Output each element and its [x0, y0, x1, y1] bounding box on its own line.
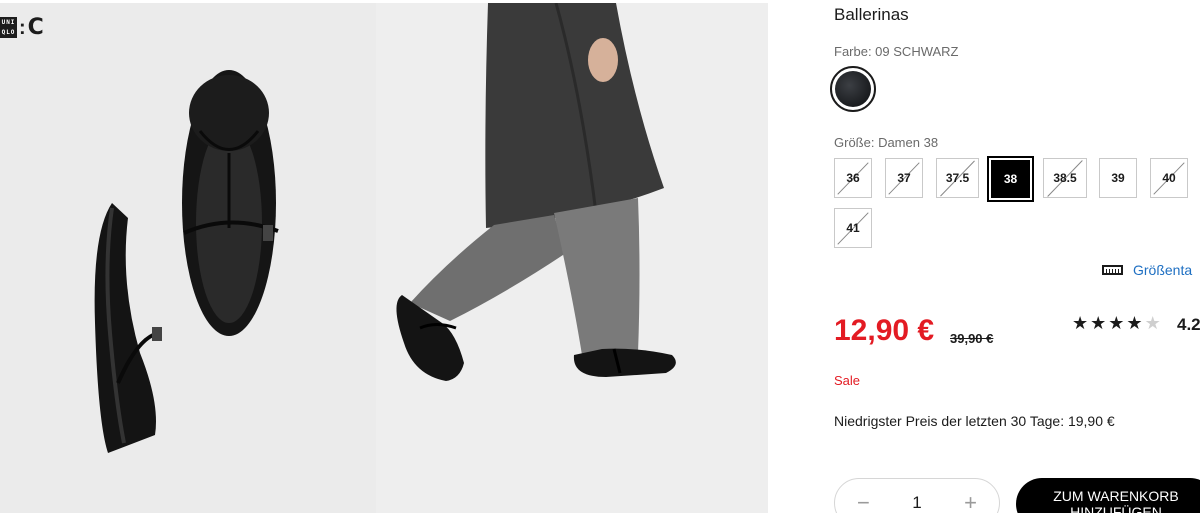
size-button-40[interactable]: 40 — [1150, 158, 1188, 198]
product-title: Ballerinas — [834, 5, 909, 24]
lowest-price-note: Niedrigster Preis der letzten 30 Tage: 1… — [834, 413, 1115, 429]
logo-suffix: C — [27, 14, 44, 40]
star-icon: ★ — [1108, 313, 1127, 333]
model-wearing-shoes-illustration — [396, 3, 676, 381]
original-price: 39,90 € — [950, 331, 994, 346]
product-page: UNI QLO : C Ballerinas Farbe: 09 SCHWARZ… — [0, 0, 1200, 513]
size-text: 39 — [1111, 171, 1125, 185]
color-label: Farbe: 09 SCHWARZ — [834, 44, 959, 59]
size-button-39[interactable]: 39 — [1099, 158, 1137, 198]
star-empty-icon: ★ — [1144, 313, 1163, 333]
size-button-38-5[interactable]: 38.5 — [1043, 158, 1087, 198]
size-button-38[interactable]: 38 — [987, 156, 1034, 202]
ruler-icon — [1102, 265, 1123, 275]
ballerina-shoes-illustration — [94, 70, 279, 453]
sale-price: 12,90 € — [834, 314, 935, 347]
size-text: 36 — [846, 171, 860, 185]
product-image-model[interactable] — [376, 3, 768, 513]
size-text: 38 — [1003, 172, 1018, 186]
uniqlo-c-logo[interactable]: UNI QLO : C — [0, 14, 44, 40]
size-text: 40 — [1162, 171, 1176, 185]
logo-colon: : — [19, 16, 26, 39]
size-text: 37.5 — [945, 171, 970, 185]
size-text: 41 — [846, 221, 860, 235]
star-icon: ★ — [1126, 313, 1145, 333]
plus-icon[interactable]: + — [964, 492, 977, 513]
color-swatch-black[interactable] — [830, 66, 876, 112]
sale-badge: Sale — [834, 373, 861, 388]
rating-stars[interactable]: ★★★★★ — [1072, 313, 1163, 334]
size-guide-label: Größenta — [1133, 262, 1193, 278]
minus-icon[interactable]: − — [857, 492, 870, 513]
size-button-37-5[interactable]: 37.5 — [936, 158, 979, 198]
product-image-flatlay[interactable]: UNI QLO : C — [0, 3, 376, 513]
size-button-41[interactable]: 41 — [834, 208, 872, 248]
size-guide-link[interactable]: Größenta — [1102, 262, 1192, 278]
quantity-value[interactable]: 1 — [912, 493, 921, 513]
quantity-stepper[interactable]: − 1 + — [834, 478, 1000, 513]
rating-value: 4.2 — [1177, 315, 1200, 334]
size-text: 37 — [897, 171, 911, 185]
logo-box: UNI QLO — [0, 17, 17, 38]
size-text: 38.5 — [1053, 171, 1077, 185]
size-button-36[interactable]: 36 — [834, 158, 872, 198]
size-label: Größe: Damen 38 — [834, 135, 939, 150]
swatch-fill — [835, 71, 871, 107]
star-icon: ★ — [1090, 313, 1109, 333]
star-icon: ★ — [1072, 313, 1091, 333]
add-to-cart-button[interactable]: ZUM WARENKORB HINZUFÜGEN — [1016, 478, 1200, 513]
size-button-37[interactable]: 37 — [885, 158, 923, 198]
